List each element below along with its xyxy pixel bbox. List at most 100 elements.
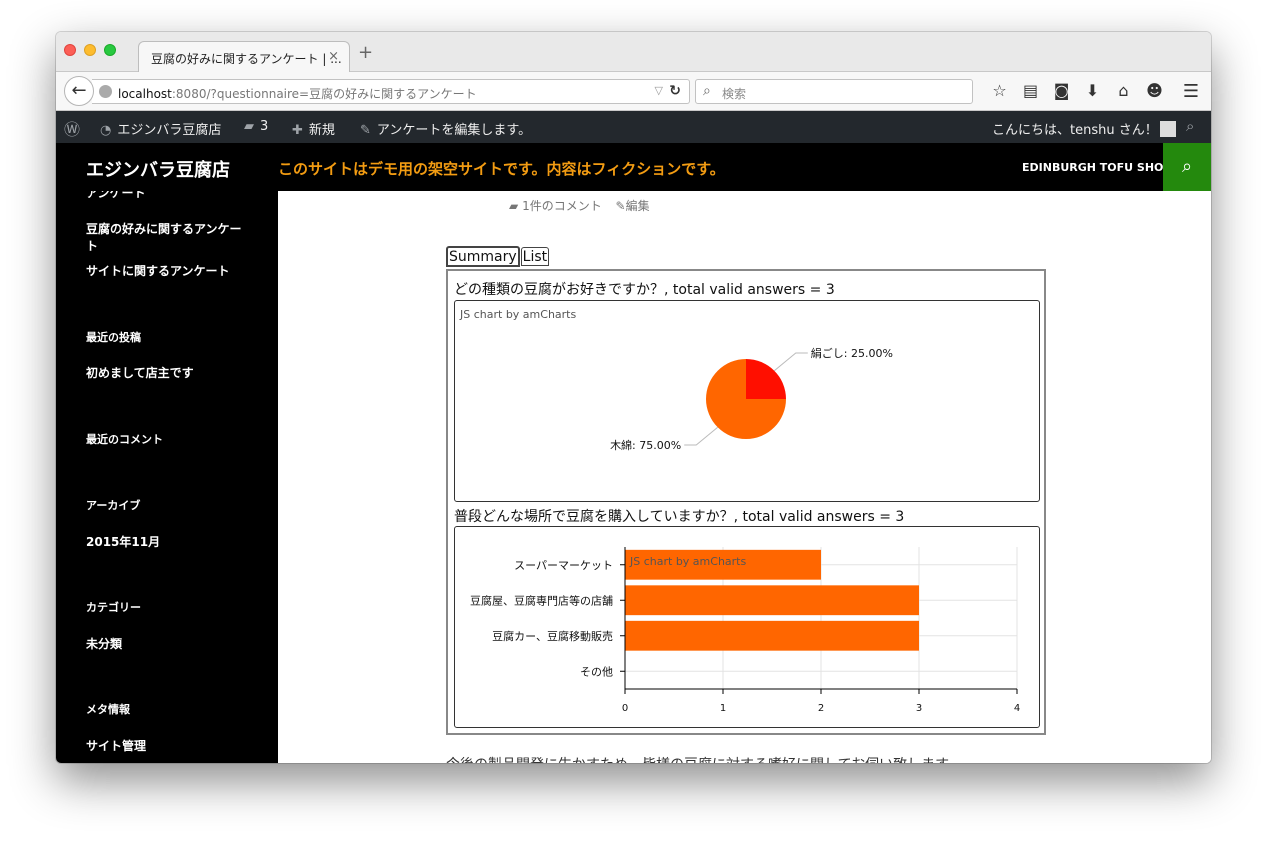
close-window-icon[interactable] xyxy=(64,44,76,56)
sidebar-heading-meta: メタ情報 xyxy=(86,703,130,716)
pocket-icon[interactable]: ◙ xyxy=(1046,81,1077,100)
bar-chart-box: 0 1 2 3 4 スーパーマーケット 豆腐屋、豆腐専門店等の店舗 豆腐カー、豆腐移動販売 その… xyxy=(454,526,1040,728)
sidebar-heading-recent-posts: 最近の投稿 xyxy=(86,331,141,344)
back-button[interactable]: ← xyxy=(64,76,94,106)
admin-comments-link[interactable]: ▰ 3 xyxy=(244,119,268,134)
sidebar-item-site-survey[interactable]: サイトに関するアンケート xyxy=(86,263,251,280)
reload-icon[interactable]: ↻ xyxy=(669,83,681,99)
browser-tab-title: 豆腐の好みに関するアンケート | ... xyxy=(151,52,342,66)
sidebar-item-recent-post[interactable]: 初めまして店主です xyxy=(86,365,251,382)
dashboard-icon: ◔ xyxy=(100,123,112,138)
pie-slice[interactable] xyxy=(746,359,786,399)
pie-slice-label: 木綿: 75.00% xyxy=(610,438,681,452)
browser-window: 豆腐の好みに関するアンケート | ... × + localhost:8080/… xyxy=(56,32,1211,763)
avatar xyxy=(1159,121,1176,137)
admin-edit-label: アンケートを編集します。 xyxy=(376,123,532,138)
url-path: :8080/?questionnaire=豆腐の好みに関するアンケート xyxy=(171,87,477,101)
x-tick-label: 4 xyxy=(1014,703,1020,714)
browser-search-placeholder: 検索 xyxy=(722,87,747,101)
main-content: ▰ 1件のコメント ✎編集 Summary List どの種類の豆腐がお好きですか… xyxy=(278,191,1211,763)
zoom-window-icon[interactable] xyxy=(104,44,116,56)
wordpress-logo-icon[interactable]: Ⓦ xyxy=(64,116,80,140)
search-icon: ⌕ xyxy=(703,83,711,99)
toolbar-icons: ☆ ▤ ◙ ⬇ ⌂ ☻ xyxy=(984,81,1170,100)
browser-tab-bar: 豆腐の好みに関するアンケート | ... × + xyxy=(56,32,1211,73)
bar-chart: 0 1 2 3 4 スーパーマーケット豆腐屋、豆腐専門店等の店舗豆腐カー、豆腐移動販売その… xyxy=(470,547,1020,714)
pie-chart-box: JS chart by amCharts 絹ごし: 25.00% 木綿: 75.0… xyxy=(454,300,1040,502)
sidebar-heading-recent-comments: 最近のコメント xyxy=(86,433,163,446)
result-tabs: Summary List xyxy=(446,246,550,267)
back-arrow-icon: ← xyxy=(71,80,87,101)
admin-site-link[interactable]: ◔ エジンバラ豆腐店 xyxy=(100,119,221,138)
tab-summary[interactable]: Summary xyxy=(446,246,520,267)
question-2-title: 普段どんな場所で豆腐を購入していますか？, total valid answer… xyxy=(454,509,905,525)
y-tick-label: スーパーマーケット xyxy=(514,559,613,572)
sidebar-item-archive[interactable]: 2015年11月 xyxy=(86,534,251,551)
plus-icon: ✚ xyxy=(292,123,303,138)
menu-icon[interactable]: ☰ xyxy=(1183,81,1199,102)
search-icon: ⌕ xyxy=(1181,156,1193,177)
new-tab-icon[interactable]: + xyxy=(358,44,373,62)
y-tick-label: 豆腐屋、豆腐専門店等の店舗 xyxy=(470,593,613,607)
browser-nav-bar: localhost:8080/?questionnaire=豆腐の好みに関するア… xyxy=(56,72,1211,111)
site-header: エジンバラ豆腐店 このサイトはデモ用の架空サイトです。内容はフィクションです。 … xyxy=(56,143,1211,191)
emoji-icon[interactable]: ☻ xyxy=(1139,81,1170,100)
comment-icon: ▰ xyxy=(244,119,254,134)
pie-label-line xyxy=(773,352,808,372)
admin-edit-link[interactable]: ✎ アンケートを編集します。 xyxy=(360,119,531,138)
sidebar-item-site-admin[interactable]: サイト管理 xyxy=(86,738,251,755)
post-body-text: 今後の製品開発に生かすため、皆様の豆腐に対する嗜好に関してお伺い致します xyxy=(446,754,949,763)
chart-credit[interactable]: JS chart by amCharts xyxy=(629,555,746,568)
pie-chart: JS chart by amCharts 絹ごし: 25.00% 木綿: 75.0… xyxy=(459,308,893,452)
comment-icon: ▰ xyxy=(509,199,519,213)
question-1-title: どの種類の豆腐がお好きですか？, total valid answers = 3 xyxy=(454,282,835,298)
admin-new-label: 新規 xyxy=(308,123,335,138)
bar[interactable] xyxy=(625,620,919,651)
sidebar-item-tofu-survey[interactable]: 豆腐の好みに関するアンケート xyxy=(86,221,251,255)
x-tick-label: 1 xyxy=(720,703,726,714)
pie-label-line xyxy=(684,426,719,446)
home-icon[interactable]: ⌂ xyxy=(1108,81,1139,100)
sidebar-item-category[interactable]: 未分類 xyxy=(86,636,251,653)
admin-new-link[interactable]: ✚ 新規 xyxy=(292,119,335,138)
sidebar-heading-category: カテゴリー xyxy=(86,601,141,614)
tab-list[interactable]: List xyxy=(520,247,550,266)
wp-admin-bar: Ⓦ ◔ エジンバラ豆腐店 ▰ 3 ✚ 新規 ✎ アンケートを編集します。 こんにちは、t… xyxy=(56,111,1211,143)
comments-link[interactable]: 1件のコメント xyxy=(522,199,602,213)
browser-tab[interactable]: 豆腐の好みに関するアンケート | ... × xyxy=(138,41,350,73)
chart-credit[interactable]: JS chart by amCharts xyxy=(459,308,576,321)
admin-search-icon[interactable]: ⌕ xyxy=(1186,117,1194,135)
download-icon[interactable]: ⬇ xyxy=(1077,81,1108,100)
summary-panel: どの種類の豆腐がお好きですか？, total valid answers = 3… xyxy=(446,269,1046,735)
star-icon[interactable]: ☆ xyxy=(984,81,1015,100)
x-tick-label: 2 xyxy=(818,703,824,714)
reading-list-icon[interactable]: ▤ xyxy=(1015,81,1046,100)
url-host: localhost xyxy=(118,87,172,101)
bar[interactable] xyxy=(625,585,919,616)
y-tick-label: その他 xyxy=(580,665,613,678)
sidebar: アンケート 豆腐の好みに関するアンケート サイトに関するアンケート 最近の投稿 … xyxy=(56,191,278,763)
globe-icon xyxy=(99,85,112,98)
minimize-window-icon[interactable] xyxy=(84,44,96,56)
close-tab-icon[interactable]: × xyxy=(328,49,339,64)
site-search-button[interactable]: ⌕ xyxy=(1163,143,1211,191)
admin-comments-count: 3 xyxy=(260,119,269,134)
site-notice: このサイトはデモ用の架空サイトです。内容はフィクションです。 xyxy=(278,160,725,178)
site-title[interactable]: エジンバラ豆腐店 xyxy=(86,156,230,182)
post-meta: ▰ 1件のコメント ✎編集 xyxy=(509,197,650,214)
pencil-icon: ✎ xyxy=(615,199,626,213)
sidebar-heading-survey: アンケート xyxy=(86,191,146,200)
y-tick-label: 豆腐カー、豆腐移動販売 xyxy=(492,629,613,643)
x-tick-label: 0 xyxy=(622,703,628,714)
url-bar[interactable]: localhost:8080/?questionnaire=豆腐の好みに関するア… xyxy=(92,79,690,104)
pencil-icon: ✎ xyxy=(360,123,371,138)
browser-search-input[interactable]: ⌕ 検索 xyxy=(695,79,973,104)
url-dropdown-icon[interactable]: ▽ xyxy=(655,84,663,97)
edit-link[interactable]: 編集 xyxy=(626,199,650,213)
admin-greeting-text: こんにちは、tenshu さん！ xyxy=(992,123,1158,138)
admin-site-name: エジンバラ豆腐店 xyxy=(117,123,222,138)
sidebar-heading-archive: アーカイブ xyxy=(86,499,141,512)
admin-greeting[interactable]: こんにちは、tenshu さん！ xyxy=(992,119,1176,138)
shop-name[interactable]: EDINBURGH TOFU SHOP xyxy=(1022,161,1171,174)
pie-slice-label: 絹ごし: 25.00% xyxy=(811,346,893,360)
